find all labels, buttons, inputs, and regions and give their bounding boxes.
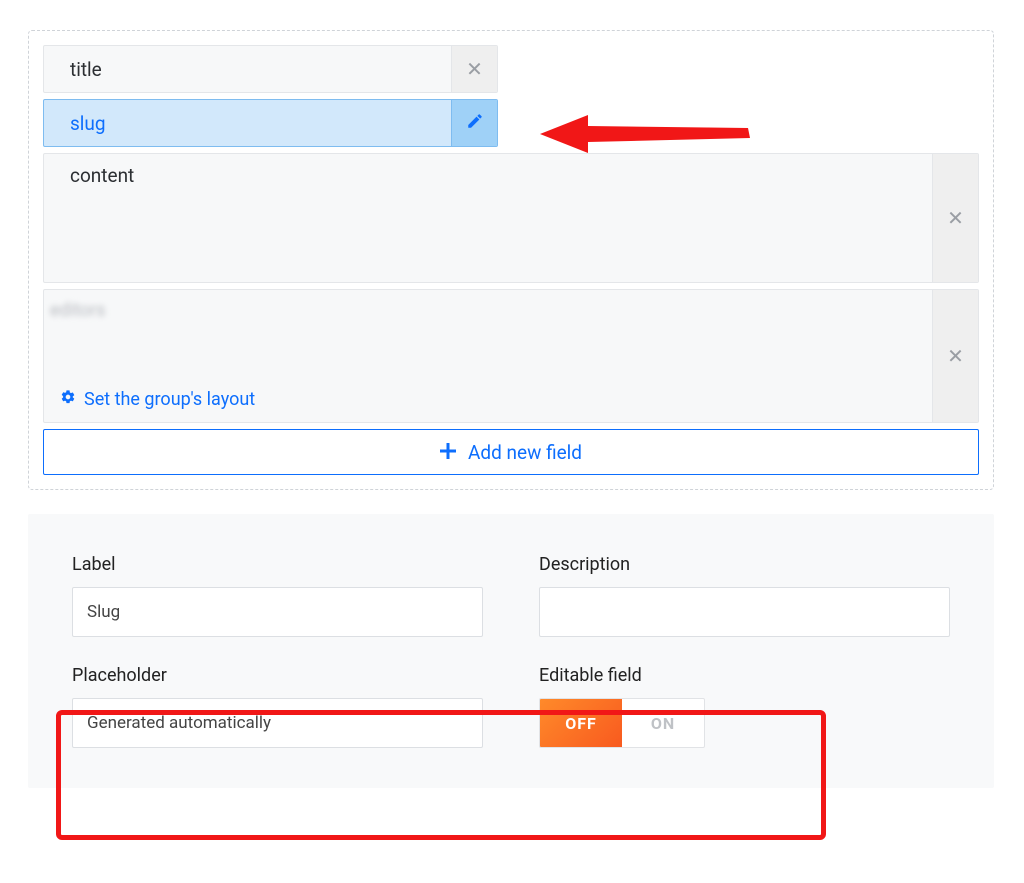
field-row-title[interactable]: title ✕ [43, 45, 498, 93]
field-row-content[interactable]: content ✕ [43, 153, 979, 283]
description-field-group: Description [539, 554, 950, 637]
editable-toggle[interactable]: OFF ON [539, 698, 705, 748]
close-icon: ✕ [947, 344, 964, 368]
label-title: Label [72, 554, 483, 575]
label-input[interactable] [72, 587, 483, 637]
set-group-layout-link[interactable]: Set the group's layout [60, 389, 255, 410]
gear-icon [60, 389, 76, 410]
pencil-icon [466, 112, 484, 134]
edit-field-button[interactable] [451, 100, 497, 146]
placeholder-field-group: Placeholder [72, 665, 483, 748]
delete-field-button[interactable]: ✕ [932, 290, 978, 422]
field-label-blurred: editors [44, 290, 932, 321]
close-icon: ✕ [466, 57, 483, 81]
placeholder-input[interactable] [72, 698, 483, 748]
placeholder-title: Placeholder [72, 665, 483, 686]
description-input[interactable] [539, 587, 950, 637]
plus-icon [440, 441, 456, 464]
drag-handle-icon[interactable] [44, 154, 64, 282]
field-row-group[interactable]: editors ✕ Set the group's layout [43, 289, 979, 423]
drag-handle-icon[interactable] [44, 104, 64, 142]
delete-field-button[interactable]: ✕ [451, 46, 497, 92]
field-label: title [64, 48, 451, 91]
delete-field-button[interactable]: ✕ [932, 154, 978, 282]
drag-handle-icon[interactable] [44, 50, 64, 88]
field-label: slug [64, 102, 451, 145]
field-settings-panel: Label Description Placeholder Editable f… [28, 514, 994, 788]
field-label: content [64, 154, 932, 197]
field-row-slug[interactable]: slug [43, 99, 498, 147]
close-icon: ✕ [947, 206, 964, 230]
description-title: Description [539, 554, 950, 575]
label-field-group: Label [72, 554, 483, 637]
editable-title: Editable field [539, 665, 950, 686]
page-root: title ✕ slug content ✕ [28, 30, 994, 788]
add-field-label: Add new field [468, 441, 582, 464]
layout-link-text: Set the group's layout [84, 389, 255, 410]
add-new-field-button[interactable]: Add new field [43, 429, 979, 475]
fields-panel: title ✕ slug content ✕ [28, 30, 994, 490]
toggle-off[interactable]: OFF [540, 699, 622, 747]
toggle-on[interactable]: ON [622, 699, 704, 747]
editable-field-group: Editable field OFF ON [539, 665, 950, 748]
